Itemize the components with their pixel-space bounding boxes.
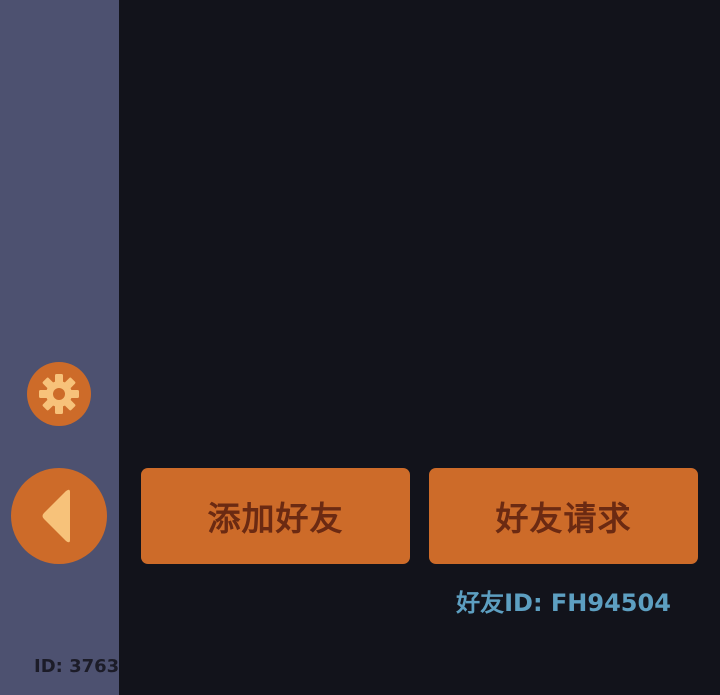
gear-icon: [39, 374, 79, 414]
friend-requests-button[interactable]: 好友请求: [429, 468, 698, 564]
add-friend-button[interactable]: 添加好友: [141, 468, 410, 564]
settings-button[interactable]: [27, 362, 91, 426]
back-button[interactable]: [11, 468, 107, 564]
friends-screen: ID: 3763845 添加好友 好友请求 好友ID: FH94504: [0, 0, 720, 695]
friend-id-label: 好友ID: FH94504: [456, 589, 671, 617]
triangle-left-icon: [42, 489, 70, 543]
sidebar: ID: 3763845: [0, 0, 157, 695]
